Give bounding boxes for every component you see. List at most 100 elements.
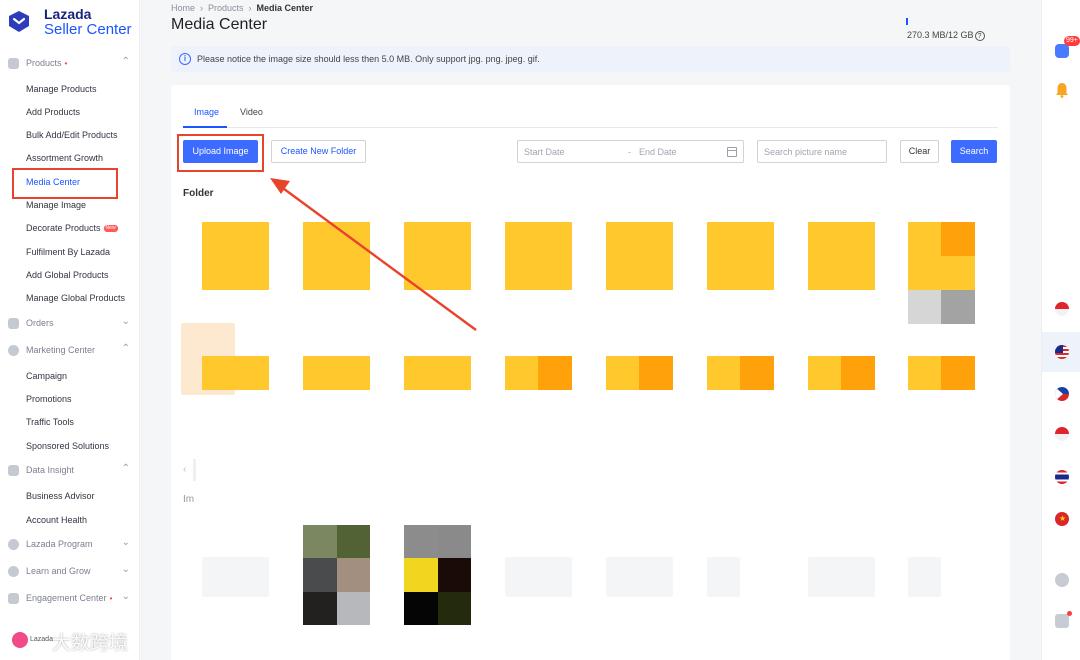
date-range-picker[interactable]: Start Date - End Date	[517, 140, 744, 163]
section-label: Products	[26, 58, 62, 68]
image-thumbnail[interactable]	[808, 557, 875, 597]
help-icon[interactable]: ?	[974, 30, 985, 41]
chevron-down-icon: ⌄	[121, 591, 130, 602]
folder-item[interactable]	[303, 356, 370, 390]
image-thumbnail[interactable]	[202, 557, 269, 597]
image-thumbnail[interactable]	[404, 525, 471, 625]
highlight-box-upload	[177, 134, 264, 172]
folder-item[interactable]	[202, 356, 269, 390]
search-button[interactable]: Search	[951, 140, 997, 163]
media-tabs: Image Video	[183, 85, 998, 128]
sidebar-item-business-advisor[interactable]: Business Advisor	[26, 488, 136, 504]
folder-item[interactable]	[606, 356, 673, 390]
section-label: Learn and Grow	[26, 566, 91, 576]
sidebar-item-campaign[interactable]: Campaign	[26, 368, 136, 384]
folder-item[interactable]	[707, 356, 774, 390]
sidebar-item-promotions[interactable]: Promotions	[26, 391, 136, 407]
sidebar-item-media-center[interactable]: Media Center	[26, 174, 136, 190]
folder-item[interactable]	[505, 222, 572, 290]
flag-thailand-icon[interactable]	[1055, 470, 1069, 484]
section-orders[interactable]: Orders ⌄	[8, 316, 134, 332]
flag-vietnam-icon[interactable]: ★	[1055, 512, 1069, 526]
flag-singapore-icon[interactable]	[1055, 427, 1069, 441]
sidebar-item-manage-global-products[interactable]: Manage Global Products	[26, 290, 136, 306]
flag-indonesia-icon[interactable]	[1055, 302, 1069, 316]
sidebar-item-sponsored-solutions[interactable]: Sponsored Solutions	[26, 438, 136, 454]
folder-section-label: Folder	[183, 188, 214, 199]
notification-badge: 99+	[1064, 36, 1080, 46]
folder-item[interactable]	[908, 222, 975, 324]
breadcrumb-current: Media Center	[256, 3, 314, 13]
breadcrumb-home[interactable]: Home	[171, 3, 195, 13]
pager-prev[interactable]: ‹	[183, 464, 186, 475]
page-title: Media Center	[171, 16, 268, 33]
folder-item[interactable]	[606, 222, 673, 290]
tab-video[interactable]: Video	[240, 107, 263, 117]
brand-line2: Seller Center	[44, 21, 132, 38]
scroll-indicator	[193, 459, 196, 481]
section-marketing-center[interactable]: Marketing Center ⌃	[8, 343, 134, 359]
edit-icon[interactable]	[1055, 614, 1069, 628]
image-thumbnail[interactable]	[606, 557, 673, 597]
products-icon	[8, 58, 19, 69]
breadcrumb: Home › Products › Media Center	[171, 3, 313, 13]
sidebar-item-add-products[interactable]: Add Products	[26, 104, 136, 120]
calendar-icon[interactable]	[727, 147, 737, 157]
flag-malaysia-icon[interactable]	[1055, 345, 1069, 359]
image-thumbnail[interactable]	[505, 557, 572, 597]
clear-button[interactable]: Clear	[900, 140, 939, 163]
folder-item[interactable]	[808, 222, 875, 290]
engagement-icon	[8, 593, 19, 604]
flag-philippines-icon[interactable]	[1055, 387, 1069, 401]
watermark: 大数跨境	[52, 632, 129, 654]
section-lazada-program[interactable]: Lazada Program ⌄	[8, 537, 134, 553]
section-data-insight[interactable]: Data Insight ⌃	[8, 463, 134, 479]
sidebar-item-add-global-products[interactable]: Add Global Products	[26, 267, 136, 283]
new-badge: New	[103, 225, 118, 233]
section-engagement-center[interactable]: Engagement Center • ⌄	[8, 591, 134, 607]
end-date-field[interactable]: End Date	[639, 147, 677, 157]
tab-image[interactable]: Image	[194, 107, 219, 117]
sidebar-item-decorate-products[interactable]: Decorate Products New	[26, 220, 136, 236]
lazada-heart-icon	[9, 11, 29, 32]
breadcrumb-separator: ›	[248, 3, 252, 13]
folder-item[interactable]	[404, 356, 471, 390]
section-learn-and-grow[interactable]: Learn and Grow ⌄	[8, 564, 134, 580]
section-products[interactable]: Products • ⌃	[8, 56, 134, 72]
image-thumbnail[interactable]	[303, 525, 370, 625]
start-date-field[interactable]: Start Date	[524, 147, 565, 157]
folder-item[interactable]	[202, 222, 269, 290]
sidebar-item-traffic-tools[interactable]: Traffic Tools	[26, 414, 136, 430]
breadcrumb-products[interactable]: Products	[208, 3, 244, 13]
sidebar-item-manage-products[interactable]: Manage Products	[26, 81, 136, 97]
image-thumbnail[interactable]	[908, 557, 941, 597]
sidebar-item-manage-image[interactable]: Manage Image	[26, 197, 136, 213]
status-dot: •	[109, 594, 113, 603]
breadcrumb-separator: ›	[200, 3, 204, 13]
bell-icon[interactable]	[1055, 82, 1069, 98]
folder-item[interactable]	[505, 356, 572, 390]
settings-icon[interactable]	[1055, 573, 1069, 587]
folder-item[interactable]	[908, 356, 975, 390]
sidebar-item-label: Decorate Products	[26, 223, 101, 233]
create-folder-button[interactable]: Create New Folder	[271, 140, 366, 163]
storage-usage-bar	[906, 18, 908, 25]
search-input[interactable]	[757, 140, 887, 163]
lazada-logo[interactable]: Lazada Seller Center	[6, 6, 136, 40]
folder-item[interactable]	[808, 356, 875, 390]
sidebar-item-assortment-growth[interactable]: Assortment Growth	[26, 150, 136, 166]
image-thumbnail[interactable]	[707, 557, 740, 597]
chat-icon[interactable]	[1055, 44, 1069, 58]
chevron-down-icon: ⌄	[121, 316, 130, 327]
section-label: Marketing Center	[26, 345, 96, 355]
sidebar-item-bulk-add-edit[interactable]: Bulk Add/Edit Products	[26, 127, 136, 143]
folder-item[interactable]	[707, 222, 774, 290]
chevron-up-icon: ⌃	[121, 343, 130, 354]
data-insight-icon	[8, 465, 19, 476]
sidebar-item-fulfilment[interactable]: Fulfilment By Lazada	[26, 244, 136, 260]
active-tab-indicator	[183, 126, 227, 128]
folder-item[interactable]	[404, 222, 471, 290]
folder-item[interactable]	[303, 222, 370, 290]
section-label: Orders	[26, 318, 54, 328]
sidebar-item-account-health[interactable]: Account Health	[26, 512, 136, 528]
